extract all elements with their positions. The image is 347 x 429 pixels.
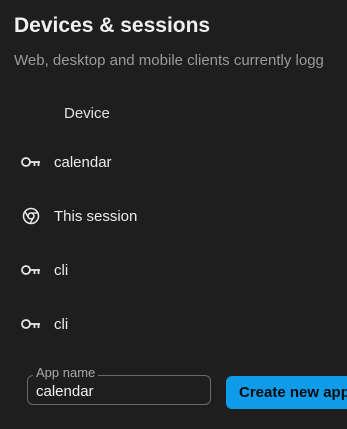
key-icon [21,314,41,334]
chrome-icon [21,206,41,226]
app-name-label: App name [33,365,99,380]
session-row-cli[interactable]: cli [0,243,347,297]
create-new-app-button[interactable]: Create new app [226,376,347,409]
session-row-calendar[interactable]: calendar [0,135,347,189]
page-title: Devices & sessions [14,14,211,37]
session-label: calendar [54,153,112,171]
devices-sessions-panel: Devices & sessions Web, desktop and mobi… [0,0,347,429]
session-row-this-session[interactable]: This session [0,189,347,243]
column-header-device: Device [64,105,110,122]
key-icon [21,152,41,172]
page-subtitle: Web, desktop and mobile clients currentl… [14,52,324,69]
session-label: cli [54,261,69,279]
app-name-input[interactable] [36,381,206,401]
session-label: cli [54,315,69,333]
key-icon [21,260,41,280]
session-row-cli[interactable]: cli [0,297,347,351]
session-label: This session [54,207,138,225]
